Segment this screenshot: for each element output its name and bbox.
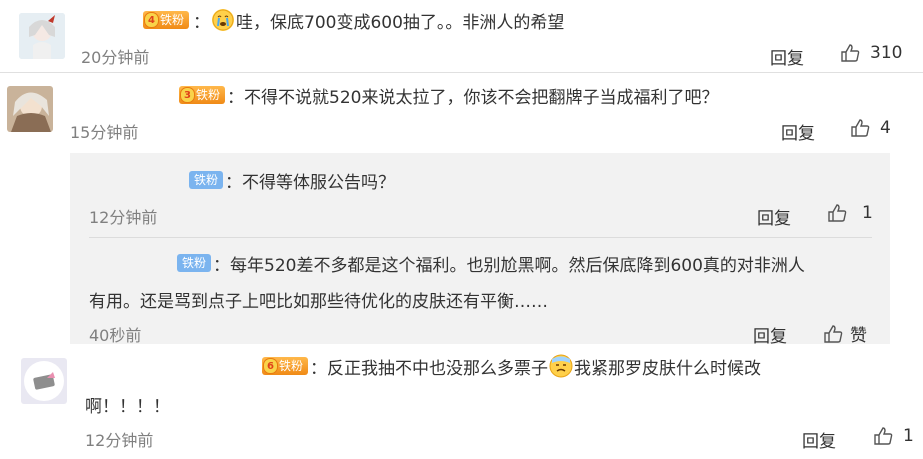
reply-button[interactable]: 回复: [753, 322, 787, 347]
reply-2-content: 铁粉 ：每年520差不多都是这个福利。也别尬黑啊。然后保底降到600真的对非洲人: [177, 251, 805, 276]
sweat-face-emoji-icon: [549, 354, 573, 378]
reply-text-line-1: ：每年520差不多都是这个福利。也别尬黑啊。然后保底降到600真的对非洲人: [213, 255, 805, 276]
crying-face-emoji-icon: [212, 9, 235, 31]
fan-badge[interactable]: 铁粉: [177, 254, 212, 272]
like-button[interactable]: 1: [827, 203, 873, 223]
comment-time: 15分钟前: [70, 123, 139, 142]
comment-text-continued: 我紧那罗皮肤什么时候改: [574, 358, 762, 379]
comment-text: ：不得不说就520来说太拉了，你该不会把翻牌子当成福利了吧？: [227, 87, 719, 108]
like-button[interactable]: 1: [873, 426, 914, 446]
thumbs-up-icon: [823, 324, 843, 344]
avatar-image: [19, 13, 65, 59]
fan-badge[interactable]: 3 铁粉: [179, 86, 226, 104]
fan-level: 4: [144, 12, 159, 28]
comment-time: 12分钟前: [85, 431, 154, 450]
comment-text-line-2: 啊！！！！: [85, 397, 170, 417]
divider: [89, 237, 872, 238]
avatar-image: [21, 358, 67, 404]
reply-button[interactable]: 回复: [802, 427, 836, 452]
thumbs-up-icon: [840, 43, 860, 63]
like-count: 4: [880, 118, 891, 138]
divider: [0, 72, 923, 73]
thumbs-up-icon: [850, 118, 870, 138]
avatar[interactable]: [21, 358, 67, 404]
reply-button[interactable]: 回复: [781, 119, 815, 144]
reply-text-line-2: 有用。还是骂到点子上吧比如那些待优化的皮肤还有平衡……: [89, 292, 548, 312]
avatar-image: [7, 86, 53, 132]
comment-2-content: 3 铁粉 ：不得不说就520来说太拉了，你该不会把翻牌子当成福利了吧？: [179, 83, 719, 108]
reply-time: 12分钟前: [89, 208, 158, 227]
like-count: 1: [862, 203, 873, 223]
avatar[interactable]: [7, 86, 53, 132]
like-button[interactable]: 4: [850, 118, 891, 138]
like-label: 赞: [850, 326, 867, 346]
fan-badge[interactable]: 4 铁粉: [143, 11, 190, 29]
fan-level: 3: [180, 87, 195, 103]
comment-time: 20分钟前: [81, 48, 150, 67]
reply-text: ：不得等体服公告吗？: [225, 172, 396, 193]
like-count: 310: [870, 43, 903, 63]
like-button[interactable]: 310: [840, 43, 902, 63]
fan-badge[interactable]: 铁粉: [189, 171, 224, 189]
like-count: 1: [903, 426, 914, 446]
like-button[interactable]: 赞: [823, 321, 867, 346]
colon: ：: [193, 12, 211, 33]
fan-badge[interactable]: 6 铁粉: [262, 357, 309, 375]
thumbs-up-icon: [873, 426, 893, 446]
fan-level: 6: [263, 358, 278, 374]
comment-text: 哇，保底700变成600抽了。。非洲人的希望: [236, 12, 565, 33]
reply-time: 40秒前: [89, 326, 142, 345]
reply-button[interactable]: 回复: [757, 204, 791, 229]
avatar[interactable]: [19, 13, 65, 59]
reply-1-content: 铁粉 ：不得等体服公告吗？: [189, 168, 396, 193]
comment-3-content: 6 铁粉 ：反正我抽不中也没那么多票子 我紧那罗皮肤什么时候改: [262, 353, 761, 379]
comment-text: ：反正我抽不中也没那么多票子: [310, 358, 549, 379]
comment-1-content: 4 铁粉 ： 哇，保底700变成600抽了。。非洲人的希望: [143, 8, 565, 33]
thumbs-up-icon: [827, 203, 847, 223]
reply-button[interactable]: 回复: [770, 44, 804, 69]
